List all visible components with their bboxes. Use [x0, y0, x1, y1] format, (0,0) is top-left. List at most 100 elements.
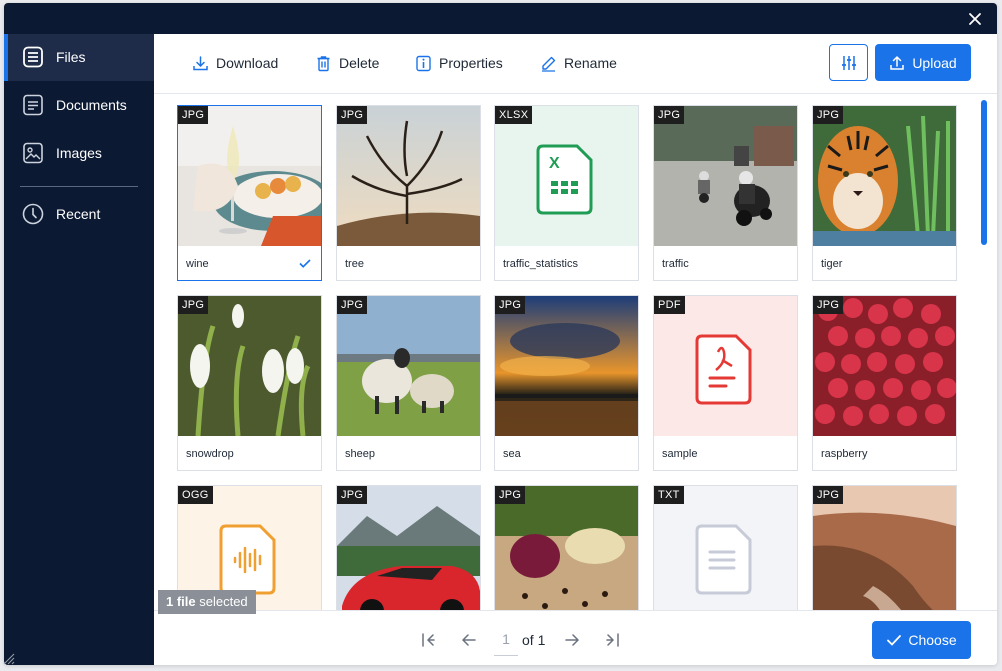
file-card-traffic-statistics[interactable]: X XLSX traffic_statistics — [494, 105, 639, 281]
text-file-icon — [654, 486, 797, 610]
file-name: wine — [186, 258, 209, 270]
file-type-badge: JPG — [178, 296, 209, 314]
thumbnail: JPG — [178, 106, 321, 246]
sidebar-item-images[interactable]: Images — [4, 130, 154, 177]
upload-button[interactable]: Upload — [875, 44, 971, 81]
pdf-icon — [654, 296, 797, 436]
last-page-icon[interactable] — [604, 631, 622, 649]
svg-text:X: X — [549, 155, 560, 172]
file-card-raspberry[interactable]: JPG raspberry — [812, 295, 957, 471]
thumbnail: JPG — [654, 106, 797, 246]
choose-button[interactable]: Choose — [872, 621, 971, 659]
sheep-photo — [337, 296, 480, 436]
resize-grip-icon[interactable] — [2, 652, 16, 666]
file-name: tiger — [821, 258, 843, 270]
file-name: traffic — [662, 258, 689, 270]
file-type-badge: JPG — [337, 486, 368, 504]
sea-photo — [495, 296, 638, 436]
sidebar-item-label: Recent — [56, 206, 101, 222]
snowdrop-photo — [178, 296, 321, 436]
file-type-badge: JPG — [813, 296, 844, 314]
file-name: traffic_statistics — [503, 258, 578, 270]
delete-button[interactable]: Delete — [315, 53, 379, 73]
file-type-badge: JPG — [813, 486, 844, 504]
file-type-badge: PDF — [654, 296, 685, 314]
close-icon[interactable] — [967, 11, 983, 27]
image-icon — [23, 142, 43, 164]
rename-button[interactable]: Rename — [540, 53, 617, 73]
canyon-photo — [813, 486, 956, 610]
file-type-badge: TXT — [654, 486, 684, 504]
prev-page-icon[interactable] — [460, 631, 478, 649]
file-card-car[interactable]: JPG — [336, 485, 481, 610]
download-button[interactable]: Download — [192, 53, 278, 73]
file-card-canyon[interactable]: JPG — [812, 485, 957, 610]
download-icon — [193, 55, 208, 70]
thumbnail: JPG — [813, 296, 956, 436]
file-card-wine[interactable]: JPG wine — [177, 105, 322, 281]
file-name: tree — [345, 258, 364, 270]
thumbnail: JPG — [495, 486, 638, 610]
file-name: sea — [503, 448, 521, 460]
page-number-input[interactable]: 1 — [494, 624, 518, 656]
sidebar-item-recent[interactable]: Recent — [4, 191, 154, 238]
file-type-badge: JPG — [654, 106, 685, 124]
file-card-traffic[interactable]: JPG traffic — [653, 105, 798, 281]
file-card-snowdrop[interactable]: JPG snowdrop — [177, 295, 322, 471]
raspberry-photo — [813, 296, 956, 436]
file-type-badge: JPG — [337, 106, 368, 124]
clock-icon — [22, 203, 44, 225]
file-type-badge: JPG — [495, 296, 526, 314]
sidebar-item-documents[interactable]: Documents — [4, 82, 154, 129]
thumbnail: PDF — [654, 296, 797, 436]
sidebar-item-label: Images — [56, 145, 102, 161]
pencil-icon — [542, 56, 556, 72]
file-card-sheep[interactable]: JPG sheep — [336, 295, 481, 471]
selection-status: 1 file selected — [158, 590, 256, 614]
file-type-badge: JPG — [495, 486, 526, 504]
file-type-badge: JPG — [337, 296, 368, 314]
food-photo — [495, 486, 638, 610]
thumbnail: X XLSX — [495, 106, 638, 246]
first-page-icon[interactable] — [419, 631, 437, 649]
check-icon — [299, 259, 311, 268]
next-page-icon[interactable] — [563, 631, 581, 649]
sidebar-item-files[interactable]: Files — [4, 34, 154, 81]
file-type-badge: JPG — [813, 106, 844, 124]
tiger-photo — [813, 106, 956, 246]
file-card-food[interactable]: JPG — [494, 485, 639, 610]
file-name: sample — [662, 448, 698, 460]
toolbar: Download Delete Properties Rename Upload — [154, 34, 997, 94]
sidebar-divider — [20, 186, 138, 187]
file-card-sea[interactable]: JPG sea — [494, 295, 639, 471]
files-icon — [23, 46, 43, 68]
file-card-tiger[interactable]: JPG tiger — [812, 105, 957, 281]
upload-icon — [890, 55, 905, 70]
file-card-tree[interactable]: JPG tree — [336, 105, 481, 281]
thumbnail: TXT — [654, 486, 797, 610]
filter-settings-button[interactable] — [829, 44, 868, 81]
check-icon — [887, 635, 902, 646]
title-bar — [4, 3, 997, 34]
scrollbar[interactable] — [981, 100, 987, 245]
thumbnail: JPG — [813, 486, 956, 610]
file-card-sample[interactable]: PDF sample — [653, 295, 798, 471]
footer: 1 of 1 Choose — [154, 610, 997, 665]
sliders-icon — [841, 55, 856, 70]
file-type-badge: OGG — [178, 486, 213, 504]
properties-label: Properties — [439, 55, 503, 71]
file-manager-dialog: Files Documents Images Recent Download D… — [4, 3, 997, 665]
file-card-text[interactable]: TXT — [653, 485, 798, 610]
properties-button[interactable]: Properties — [415, 53, 503, 73]
choose-label: Choose — [908, 632, 957, 648]
thumbnail: JPG — [337, 296, 480, 436]
file-grid: JPG wine JPG tree X XLSX traffic_statist… — [154, 95, 997, 610]
file-name: sheep — [345, 448, 375, 460]
thumbnail: JPG — [813, 106, 956, 246]
selection-suffix: selected — [195, 594, 248, 609]
car-photo — [337, 486, 480, 610]
wine-photo — [178, 106, 321, 246]
info-icon — [416, 55, 431, 71]
thumbnail: JPG — [337, 106, 480, 246]
trash-icon — [317, 55, 330, 71]
